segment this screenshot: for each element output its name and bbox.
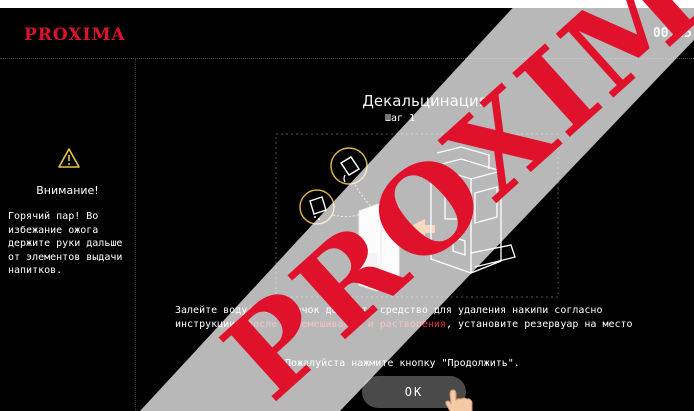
brand-logo: PROXIMA bbox=[24, 25, 126, 45]
warning-title: Внимание! bbox=[36, 184, 99, 197]
warning-text: Горячий пар! Во избежание ожога держите … bbox=[8, 211, 123, 276]
page-title: Декальцинация bbox=[362, 92, 488, 110]
side-divider bbox=[135, 59, 136, 411]
pour-icon bbox=[330, 147, 368, 185]
powder-icon bbox=[299, 189, 335, 225]
instruction-highlight-mixing: после перемешивания и растворения bbox=[247, 319, 446, 330]
clock: 00:45 bbox=[652, 26, 692, 41]
hand-pointer-icon bbox=[445, 389, 473, 411]
water-tank-icon bbox=[358, 202, 400, 292]
instruction-part-1: Залейте воду bbox=[175, 305, 248, 316]
warning-panel: Внимание! Горячий пар! Во избежание ожог… bbox=[0, 59, 135, 411]
top-bar: PROXIMA 00:45 bbox=[0, 8, 694, 58]
instruction-part-3: , установите резервуар на место bbox=[445, 319, 633, 330]
instruction-highlight-volume: (1 л) bbox=[247, 305, 278, 316]
step-label: Шаг 1 bbox=[384, 113, 416, 124]
continue-prompt: Пожалуйста нажмите кнопку "Продолжить". bbox=[285, 358, 520, 369]
decalcification-illustration bbox=[275, 133, 559, 298]
frame: PROXIMA 00:45 Внимание! Горячий пар! Во … bbox=[0, 0, 694, 411]
coffee-machine-icon bbox=[430, 146, 516, 274]
warning-icon bbox=[58, 148, 80, 168]
machine-screen: PROXIMA 00:45 Внимание! Горячий пар! Во … bbox=[0, 8, 694, 411]
instruction-text: Залейте воду(1 л)в бачок добавьте средст… bbox=[175, 304, 645, 332]
